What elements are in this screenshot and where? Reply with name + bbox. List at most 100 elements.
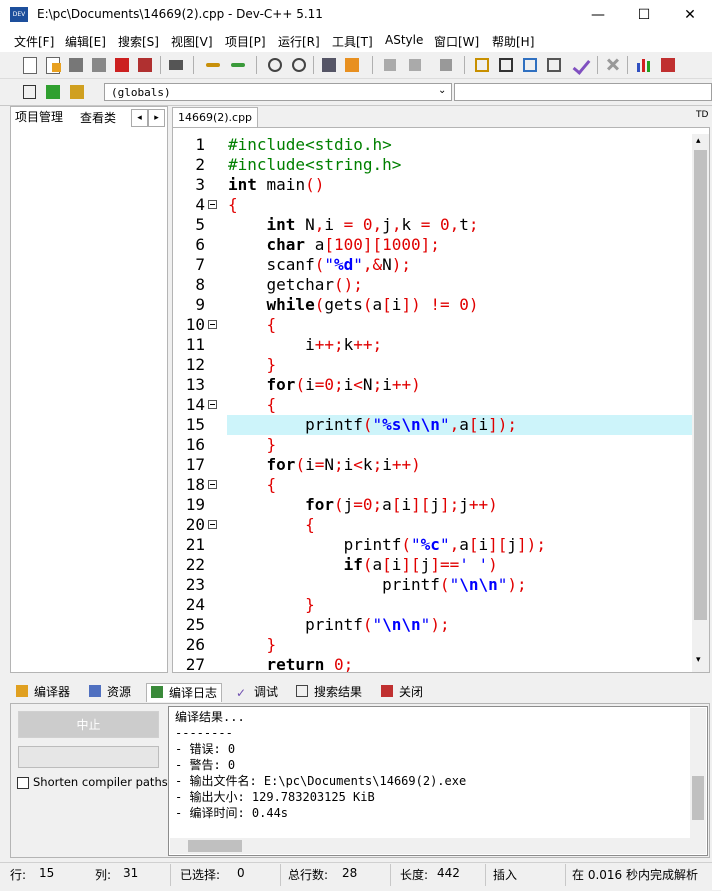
fold-toggle-icon[interactable]	[208, 480, 217, 489]
log-horizontal-scrollbar[interactable]	[170, 838, 690, 854]
tab-file-14669[interactable]: 14669(2).cpp	[172, 107, 258, 128]
new-file-icon[interactable]	[20, 55, 40, 75]
save-icon[interactable]	[66, 55, 86, 75]
line-number: 25	[185, 615, 205, 634]
status-total-value: 28	[342, 866, 358, 880]
toggle-bookmark-icon[interactable]	[436, 55, 456, 75]
toolbar-separator	[627, 56, 628, 74]
tab-close-panel[interactable]: 关闭	[381, 683, 423, 701]
close-all-icon[interactable]	[135, 55, 155, 75]
menu-tools[interactable]: 工具[T]	[332, 33, 373, 50]
undo-icon[interactable]	[203, 55, 223, 75]
toolbar-separator	[256, 56, 257, 74]
devcpp-app-icon: DEV	[10, 7, 28, 22]
project-panel	[10, 106, 168, 673]
window-title: E:\pc\Documents\14669(2).cpp - Dev-C++ 5…	[37, 7, 323, 21]
tab-class-browser[interactable]: 查看类	[78, 108, 130, 128]
maximize-button[interactable]: ☐	[621, 0, 667, 30]
tab-search-results[interactable]: 搜索结果	[296, 683, 362, 701]
tab-debug[interactable]: ✓ 调试	[236, 683, 278, 701]
log-hscroll-thumb[interactable]	[188, 840, 242, 852]
menu-run[interactable]: 运行[R]	[278, 33, 320, 50]
fold-toggle-icon[interactable]	[208, 200, 217, 209]
toolbar-separator	[464, 56, 465, 74]
compile-run-icon[interactable]	[520, 55, 540, 75]
menu-view[interactable]: 视图[V]	[171, 33, 213, 50]
redo-icon[interactable]	[228, 55, 248, 75]
abort-button[interactable]: 中止	[18, 711, 159, 738]
line-number: 12	[185, 355, 205, 374]
indent-icon[interactable]	[319, 55, 339, 75]
menu-project[interactable]: 项目[P]	[225, 33, 266, 50]
bookmark-prev-icon[interactable]	[380, 55, 400, 75]
line-number: 6	[195, 235, 205, 254]
compile-log-output[interactable]: 编译结果... -------- - 错误: 0 - 警告: 0 - 输出文件名…	[168, 706, 708, 856]
code-line: 20 {	[173, 515, 693, 535]
unindent-icon[interactable]	[342, 55, 362, 75]
panel-prev-button[interactable]: ◂	[131, 109, 148, 127]
code-editor[interactable]: 1 #include<stdio.h> 2 #include<string.h> 3…	[172, 127, 710, 673]
log-line: - 警告: 0	[175, 758, 236, 772]
open-file-icon[interactable]	[43, 55, 63, 75]
profile-chart-icon[interactable]	[634, 55, 654, 75]
log-line: - 错误: 0	[175, 742, 236, 756]
function-dropdown[interactable]	[454, 83, 712, 101]
menu-help[interactable]: 帮助[H]	[492, 33, 534, 50]
scroll-up-icon[interactable]: ▴	[696, 136, 701, 146]
tab-compile-log[interactable]: 编译日志	[146, 683, 223, 702]
fold-toggle-icon[interactable]	[208, 520, 217, 529]
stop-execution-icon[interactable]	[603, 55, 623, 75]
panel-next-button[interactable]: ▸	[148, 109, 165, 127]
current-code-line: 15 printf("%s\n\n",a[i]);	[173, 415, 693, 435]
class-scope-dropdown[interactable]: (globals)	[104, 83, 452, 101]
code-line: 21 printf("%c",a[i][j]);	[173, 535, 693, 555]
close-file-icon[interactable]	[112, 55, 132, 75]
print-icon[interactable]	[166, 55, 186, 75]
tab-resources[interactable]: 资源	[89, 683, 131, 701]
goto-icon[interactable]	[20, 82, 40, 102]
code-line: 12 }	[173, 355, 693, 375]
code-line: 4{	[173, 195, 693, 215]
code-line: 2 #include<string.h>	[173, 155, 693, 175]
chevron-down-icon[interactable]: ⌄	[438, 85, 446, 96]
shorten-paths-checkbox[interactable]	[17, 777, 29, 789]
save-all-icon[interactable]	[89, 55, 109, 75]
compile-progress-bar	[18, 746, 159, 768]
minimize-button[interactable]: —	[575, 0, 621, 30]
delete-profile-icon[interactable]	[658, 55, 678, 75]
toolbar-separator	[193, 56, 194, 74]
status-length-label: 长度:	[400, 868, 429, 882]
menu-astyle[interactable]: AStyle	[385, 33, 423, 47]
toolbar-separator	[597, 56, 598, 74]
fold-toggle-icon[interactable]	[208, 400, 217, 409]
close-button[interactable]: ✕	[667, 0, 713, 30]
remove-from-project-icon[interactable]	[67, 82, 87, 102]
line-number: 17	[185, 455, 205, 474]
menu-file[interactable]: 文件[F]	[14, 33, 54, 50]
scroll-down-icon[interactable]: ▾	[696, 655, 701, 665]
menu-search[interactable]: 搜索[S]	[118, 33, 159, 50]
menu-edit[interactable]: 编辑[E]	[65, 33, 106, 50]
tab-project-manager[interactable]: 项目管理	[11, 107, 79, 127]
compile-icon[interactable]	[472, 55, 492, 75]
bookmark-next-icon[interactable]	[405, 55, 425, 75]
title-bar: DEV E:\pc\Documents\14669(2).cpp - Dev-C…	[0, 0, 721, 30]
replace-icon[interactable]	[288, 55, 308, 75]
code-line: 11 i++;k++;	[173, 335, 693, 355]
log-line: - 编译时间: 0.44s	[175, 806, 289, 820]
status-selected-value: 0	[237, 866, 245, 880]
syntax-check-icon[interactable]	[572, 55, 592, 75]
line-number: 20	[185, 515, 205, 534]
fold-toggle-icon[interactable]	[208, 320, 217, 329]
rebuild-icon[interactable]	[544, 55, 564, 75]
add-to-project-icon[interactable]	[43, 82, 63, 102]
code-line: 5 int N,i = 0,j,k = 0,t;	[173, 215, 693, 235]
tab-compiler[interactable]: 编译器	[16, 683, 70, 701]
run-icon[interactable]	[496, 55, 516, 75]
line-number: 15	[185, 415, 205, 434]
log-scroll-thumb[interactable]	[692, 776, 704, 820]
find-icon[interactable]	[264, 55, 284, 75]
menu-window[interactable]: 窗口[W]	[434, 33, 479, 50]
editor-scroll-thumb[interactable]	[694, 150, 707, 620]
line-number: 13	[185, 375, 205, 394]
